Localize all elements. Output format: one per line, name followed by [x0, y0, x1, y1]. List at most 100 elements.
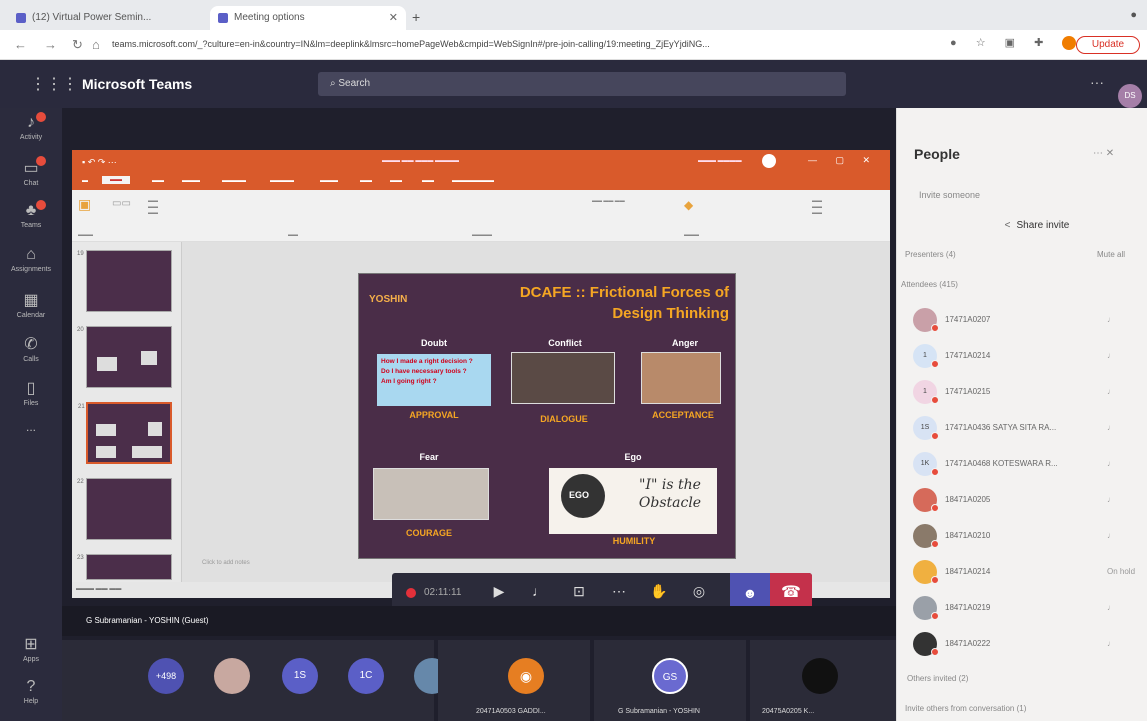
doubt-line: Am I going right ? [381, 378, 437, 385]
arrange-icon: ◆ [684, 198, 694, 212]
attendee-row[interactable]: 17471A0207 ♩ [897, 304, 1147, 336]
dialogue-label: DIALOGUE [540, 414, 588, 424]
rail-item-help[interactable]: ? Help [0, 674, 62, 724]
attendee-row[interactable]: 18471A0219 ♩ [897, 592, 1147, 624]
approval-label: APPROVAL [409, 410, 459, 420]
ppt-title-bar: ▪ ↶ ↷ ⋯ ▬▬▬ ▬▬ ▬▬▬ ▬▬▬▬ ▬▬▬ ▬▬▬▬ — ▢ ✕ [72, 150, 890, 174]
participant-name: 20475A0205 K... [762, 708, 815, 715]
raise-hand-icon[interactable]: ✋ [646, 583, 672, 603]
attendee-row[interactable]: 1K 17471A0468 KOTESWARA R... ♩ [897, 448, 1147, 480]
attendee-name: 18471A0214 [945, 567, 991, 576]
invite-input[interactable]: Invite someone [919, 190, 980, 200]
others-invited-header[interactable]: Others invited (2) [907, 674, 968, 683]
browser-tab-2[interactable]: Meeting options ✕ [210, 6, 406, 30]
reload-icon[interactable]: ↻ [72, 37, 83, 53]
rail-item-calendar[interactable]: ▦ Calendar [0, 286, 62, 336]
attendee-name: 17471A0214 [945, 351, 991, 360]
app-launcher-icon[interactable]: ⋮⋮⋮ [30, 74, 78, 94]
close-tab-icon[interactable]: ✕ [389, 11, 398, 24]
attendee-row[interactable]: 1 17471A0215 ♩ [897, 376, 1147, 408]
back-icon[interactable]: ← [14, 37, 27, 52]
ppt-window-controls-icon: — ▢ ✕ [808, 155, 879, 165]
attendee-row[interactable]: 18471A0214 On hold [897, 556, 1147, 588]
rail-item-more[interactable]: ... [0, 420, 62, 444]
user-avatar[interactable]: DS [1118, 84, 1142, 108]
mic-muted-icon: ♩ [1107, 423, 1115, 432]
notification-badge [36, 200, 46, 210]
rail-item-calls[interactable]: ✆ Calls [0, 330, 62, 380]
ribbon-group-label: ▬▬▬ [78, 232, 93, 238]
mic-muted-icon: ♩ [1107, 639, 1115, 648]
address-bar[interactable]: teams.microsoft.com/_?culture=en-in&coun… [112, 35, 932, 55]
browser-tab-1[interactable]: (12) Virtual Power Semin... [8, 6, 208, 30]
profile-icon[interactable] [1062, 36, 1077, 51]
ppt-tab: ▬▬ [152, 178, 164, 184]
attendee-name: 18471A0210 [945, 531, 991, 540]
slide-number: 22 [77, 479, 84, 485]
new-tab-icon[interactable]: + [412, 9, 420, 25]
participant-avatar[interactable] [214, 658, 250, 694]
rail-item-apps[interactable]: ⊞ Apps [0, 630, 62, 680]
presence-dot-icon [931, 324, 939, 332]
attendees-header[interactable]: Attendees (415) [901, 280, 958, 289]
participant-avatar: GS [652, 658, 688, 694]
attendee-row[interactable]: 18471A0210 ♩ [897, 520, 1147, 552]
extension-icons[interactable]: ● ☆ ▣ ✚ [950, 36, 1080, 51]
rail-item-assignments[interactable]: ⌂ Assignments [0, 242, 62, 292]
share-screen-icon[interactable]: ⊡ [566, 583, 592, 603]
chat-icon: ▭ [23, 160, 39, 177]
courage-label: COURAGE [405, 528, 452, 538]
people-panel: People ⋯ ✕ Invite someone < Share invite … [896, 108, 1147, 721]
calendar-icon: ▦ [23, 292, 39, 309]
tab-label: Meeting options [234, 12, 305, 23]
update-button[interactable]: Update [1076, 36, 1140, 54]
acceptance-label: ACCEPTANCE [652, 410, 714, 420]
attendee-status: On hold [1107, 567, 1136, 576]
rail-item-chat[interactable]: ▭ Chat [0, 154, 62, 204]
search-input[interactable]: ⌕ Search [318, 72, 846, 96]
mic-muted-icon: ♩ [1107, 495, 1115, 504]
browser-tab-strip: (12) Virtual Power Semin... Meeting opti… [0, 0, 1147, 30]
ppt-ribbon-tabs: ▬ ▬▬ ▬▬ ▬▬▬ ▬▬▬▬ ▬▬▬▬ ▬▬▬ ▬▬ ▬▬ ▬▬ ▬▬▬▬▬… [72, 174, 890, 190]
more-options-icon[interactable]: ··· [1090, 74, 1104, 90]
tab-label: (12) Virtual Power Semin... [32, 12, 152, 23]
attendee-name: 17471A0207 [945, 315, 991, 324]
participant-avatar[interactable]: 1S [282, 658, 318, 694]
presence-dot-icon [931, 360, 939, 368]
conflict-label: Conflict [548, 338, 582, 348]
camera-off-icon[interactable]: ▶ [486, 583, 512, 603]
ppt-tab-active: ▬▬ [102, 176, 130, 184]
ribbon-group-label: ▬▬▬ [684, 232, 699, 238]
participant-avatar[interactable]: 1C [348, 658, 384, 694]
quick-access-icon: ▪ ↶ ↷ ⋯ [82, 157, 117, 167]
share-invite-button[interactable]: < Share invite [957, 220, 1117, 231]
invite-others-link[interactable]: Invite others from conversation (1) [905, 704, 1026, 713]
attendee-row[interactable]: 1S 17471A0436 SATYA SITA RA... ♩ [897, 412, 1147, 444]
presenters-header[interactable]: Presenters (4) [905, 250, 956, 259]
teams-favicon-icon [16, 13, 26, 23]
thumb-image [97, 357, 117, 371]
microphone-icon[interactable]: ♩ [526, 583, 552, 603]
doubt-label: Doubt [421, 338, 447, 348]
presence-dot-icon [931, 468, 939, 476]
ribbon-group: ▬▬ ▬▬ ▬▬ [148, 198, 158, 216]
rail-item-teams[interactable]: ♣ Teams [0, 198, 62, 248]
rail-item-activity[interactable]: ♪ Activity [0, 110, 62, 160]
forward-icon[interactable]: → [44, 37, 57, 52]
ppt-doc-title: ▬▬▬ ▬▬ ▬▬▬ ▬▬▬▬ [382, 158, 460, 164]
attendee-row[interactable]: 18471A0205 ♩ [897, 484, 1147, 516]
presence-dot-icon [931, 576, 939, 584]
chat-icon[interactable]: ◎ [686, 583, 712, 603]
rail-item-files[interactable]: ▯ Files [0, 374, 62, 424]
browser-toolbar: ← → ↻ ⌂ teams.microsoft.com/_?culture=en… [0, 30, 1147, 60]
window-controls-icon[interactable]: ● [1130, 9, 1137, 21]
teams-icon: ♣ [25, 202, 37, 219]
mute-all-button[interactable]: Mute all [1097, 250, 1125, 259]
more-actions-icon[interactable]: ⋯ [606, 583, 632, 603]
attendee-row[interactable]: 18471A0222 ♩ [897, 628, 1147, 660]
home-icon[interactable]: ⌂ [92, 37, 100, 52]
attendee-row[interactable]: 1 17471A0214 ♩ [897, 340, 1147, 372]
fear-photo [373, 468, 489, 520]
overflow-count[interactable]: +498 [148, 658, 184, 694]
panel-controls-icon[interactable]: ⋯ ✕ [1093, 148, 1114, 159]
